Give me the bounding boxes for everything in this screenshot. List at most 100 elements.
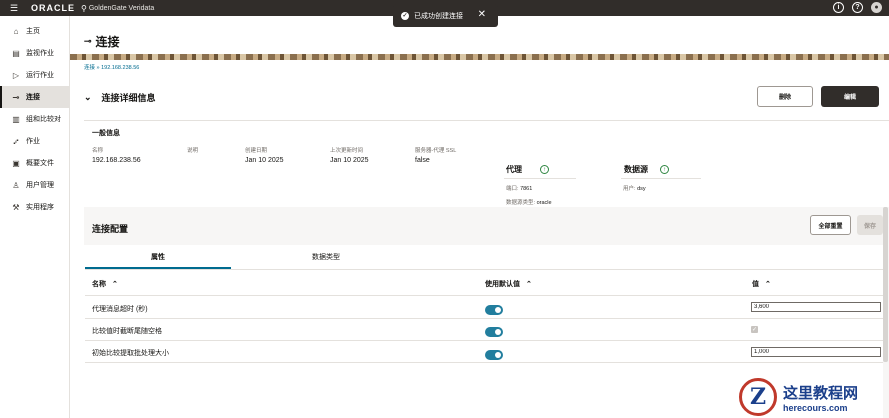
status-up-icon: ↑ <box>660 165 669 174</box>
column-header-value[interactable]: 值 ⌃ <box>752 279 771 289</box>
close-icon[interactable]: ✕ <box>478 9 486 20</box>
value-input[interactable] <box>751 347 881 357</box>
watermark-logo: Z <box>739 378 777 416</box>
hamburger-menu-icon[interactable]: ☰ <box>7 3 21 14</box>
avatar[interactable]: ● <box>871 2 882 13</box>
agent-card-title: 代理 ↑ <box>506 164 549 175</box>
use-default-toggle[interactable] <box>485 305 503 315</box>
name-value: 192.168.238.56 <box>92 157 141 164</box>
goldengate-icon: ⚲ <box>81 3 87 13</box>
datasource-user-label: 用户: <box>623 186 636 192</box>
column-name-label: 名称 <box>92 281 106 288</box>
tab-properties[interactable]: 属性 <box>85 252 231 262</box>
sort-icon[interactable]: ⌃ <box>112 281 118 288</box>
check-circle-icon: ✓ <box>401 11 409 20</box>
ssl-field: 服务器-代理 SSL false <box>415 146 456 164</box>
use-default-toggle[interactable] <box>485 350 503 360</box>
value-checkbox[interactable]: ✓ <box>751 326 758 333</box>
table-header-divider <box>85 295 883 296</box>
sidebar-item-home[interactable]: ⌂ 主页 <box>0 20 69 42</box>
sort-icon[interactable]: ⌃ <box>526 281 532 288</box>
info-icon[interactable]: i <box>833 2 844 13</box>
page-title: ⊸ 连接 <box>84 33 120 50</box>
breadcrumb[interactable]: 连接 » 192.168.238.56 <box>84 63 139 71</box>
sidebar-item-groups[interactable]: ▥ 组和比较对 <box>0 108 69 130</box>
delete-button[interactable]: 删除 <box>757 86 813 107</box>
chevron-down-icon[interactable]: ⌄ <box>84 92 92 103</box>
table-row-name: 比较值时截断尾随空格 <box>92 328 162 335</box>
sidebar-item-run-job[interactable]: ▷ 运行作业 <box>0 64 69 86</box>
divider <box>85 269 883 270</box>
grid-icon: ▥ <box>12 114 20 124</box>
created-date-value: Jan 10 2025 <box>245 157 284 164</box>
home-icon: ⌂ <box>13 26 19 36</box>
page-title-text: 连接 <box>95 35 120 49</box>
table-row-name: 代理消息超时 (秒) <box>92 306 148 313</box>
details-section-header[interactable]: ⌄ 连接详细信息 <box>84 91 156 104</box>
toast-message: 已成功创建连接 <box>414 12 463 20</box>
connection-icon: ⊸ <box>12 92 20 102</box>
value-input[interactable] <box>751 302 881 312</box>
use-default-toggle[interactable] <box>485 327 503 337</box>
top-right-actions: i ? ● <box>833 2 882 13</box>
sidebar-item-utilities[interactable]: ⚒ 实用程序 <box>0 196 69 218</box>
success-toast: ✓ 已成功创建连接 ✕ <box>393 4 498 27</box>
main-content: ⊸ 连接 连接 » 192.168.238.56 ⌄ 连接详细信息 删除 编辑 … <box>70 16 889 418</box>
watermark-text: 这里教程网 herecours.com <box>783 382 858 413</box>
divider <box>504 178 576 179</box>
created-date-label: 创建日期 <box>245 148 268 154</box>
reset-all-button[interactable]: 全部重置 <box>810 215 851 235</box>
name-field: 名称 192.168.238.56 <box>92 146 141 164</box>
details-heading: 连接详细信息 <box>101 93 156 103</box>
status-up-icon: ↑ <box>540 165 549 174</box>
edit-button[interactable]: 编辑 <box>821 86 879 107</box>
connection-icon: ⊸ <box>84 36 92 46</box>
agent-dbtype-value: oracle <box>536 200 552 206</box>
table-row-divider <box>85 318 883 319</box>
sidebar-item-profiles[interactable]: ▣ 概要文件 <box>0 152 69 174</box>
description-label: 说明 <box>187 148 199 154</box>
oracle-logo: ORACLE <box>31 3 75 13</box>
watermark-url: herecours.com <box>783 402 848 413</box>
sidebar-item-label: 概要文件 <box>26 160 54 167</box>
users-icon: ♙ <box>12 180 20 190</box>
datasource-user: 用户: dsy <box>623 184 646 192</box>
agent-title: 代理 <box>506 165 522 174</box>
datasource-user-value: dsy <box>637 186 646 192</box>
datasource-title: 数据源 <box>624 165 648 174</box>
watermark-title: 这里教程网 <box>783 383 859 402</box>
sidebar-item-label: 运行作业 <box>26 72 54 79</box>
table-row-name: 初始比较提取批处理大小 <box>92 350 169 357</box>
name-label: 名称 <box>92 148 104 154</box>
scrollbar[interactable] <box>883 207 888 362</box>
sidebar-item-user-management[interactable]: ♙ 用户管理 <box>0 174 69 196</box>
sidebar-item-label: 组和比较对 <box>26 116 61 123</box>
monitor-icon: ▤ <box>12 48 20 58</box>
sidebar-item-monitor-jobs[interactable]: ▤ 监视作业 <box>0 42 69 64</box>
sidebar-item-label: 用户管理 <box>26 182 54 189</box>
column-default-label: 使用默认值 <box>485 281 520 288</box>
general-info-title: 一般信息 <box>92 130 120 137</box>
watermark: Z 这里教程网 herecours.com <box>739 376 889 418</box>
run-icon: ▷ <box>12 70 20 80</box>
table-row-divider <box>85 340 883 341</box>
divider <box>84 120 889 121</box>
updated-date-field: 上次更新时间 Jan 10 2025 <box>330 146 369 164</box>
sidebar-item-jobs[interactable]: ⑇ 作业 <box>0 130 69 152</box>
divider <box>621 178 701 179</box>
column-header-name[interactable]: 名称 ⌃ <box>92 279 118 289</box>
sidebar-item-label: 主页 <box>26 28 40 35</box>
save-button[interactable]: 保存 <box>857 215 883 235</box>
profile-icon: ▣ <box>12 158 20 168</box>
help-icon[interactable]: ? <box>852 2 863 13</box>
sidebar: ⌂ 主页 ▤ 监视作业 ▷ 运行作业 ⊸ 连接 ▥ 组和比较对 ⑇ 作业 ▣ 概要文件 ♙ 用户… <box>0 16 70 418</box>
decorative-banner <box>70 54 889 60</box>
datasource-card-title: 数据源 ↑ <box>624 164 669 175</box>
config-heading: 连接配置 <box>92 224 129 234</box>
table-row-divider <box>85 362 883 363</box>
sidebar-item-label: 连接 <box>26 94 40 101</box>
sidebar-item-connections[interactable]: ⊸ 连接 <box>0 86 69 108</box>
tab-data-types[interactable]: 数据类型 <box>261 252 391 262</box>
column-header-default[interactable]: 使用默认值 ⌃ <box>485 279 532 289</box>
sort-icon[interactable]: ⌃ <box>765 281 771 288</box>
